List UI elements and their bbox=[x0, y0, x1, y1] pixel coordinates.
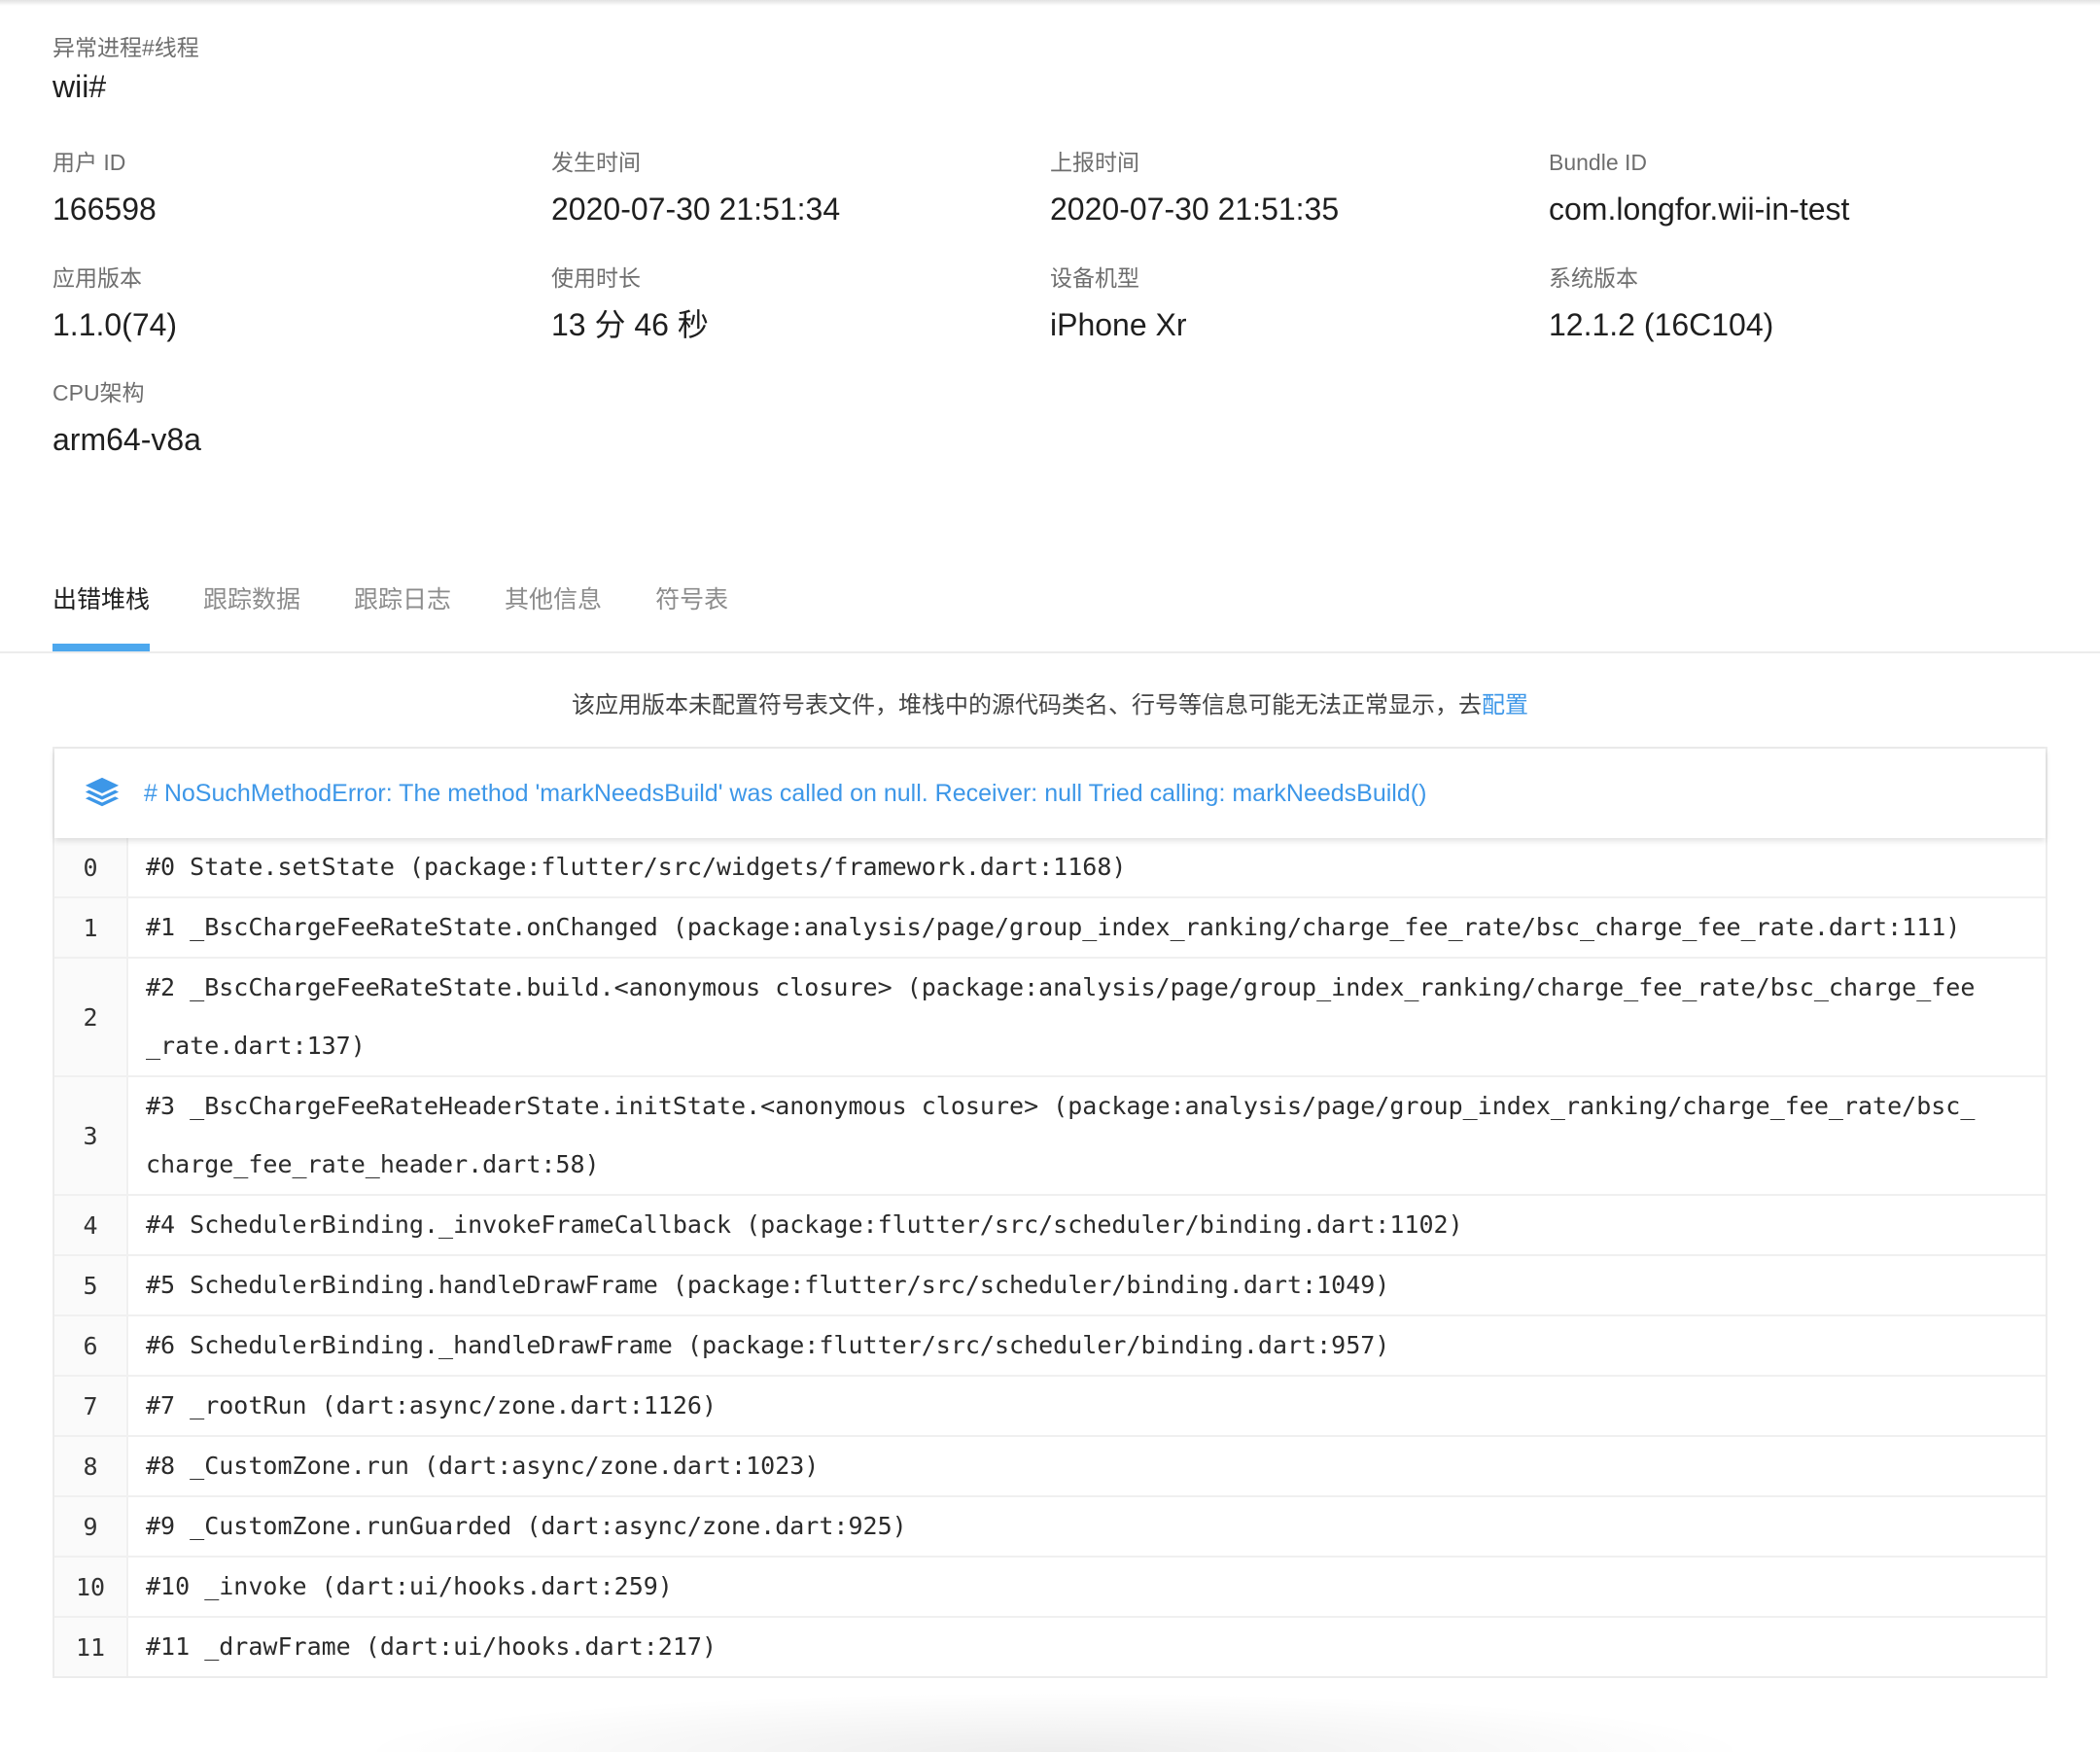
app-version-label: 应用版本 bbox=[52, 265, 142, 291]
symbol-notice: 该应用版本未配置符号表文件，堆栈中的源代码类名、行号等信息可能无法正常显示，去配… bbox=[52, 686, 2048, 725]
stack-row: 3 #3 _BscChargeFeeRateHeaderState.initSt… bbox=[54, 1075, 2046, 1194]
symbol-notice-text: 该应用版本未配置符号表文件，堆栈中的源代码类名、行号等信息可能无法正常显示，去 bbox=[572, 692, 1482, 718]
top-divider-shadow bbox=[0, 0, 2100, 6]
frame-index: 2 bbox=[54, 959, 128, 1075]
tab-error-stack[interactable]: 出错堆栈 bbox=[52, 579, 151, 655]
stack-row: 4 #4 SchedulerBinding._invokeFrameCallba… bbox=[54, 1194, 2046, 1254]
stack-row: 5 #5 SchedulerBinding.handleDrawFrame (p… bbox=[54, 1254, 2046, 1314]
bundle-id-field: Bundle ID com.longfor.wii-in-test bbox=[1549, 148, 1849, 229]
device-model-label: 设备机型 bbox=[1050, 265, 1139, 291]
bundle-id-label: Bundle ID bbox=[1549, 150, 1648, 175]
frame-text: #4 SchedulerBinding._invokeFrameCallback… bbox=[146, 1210, 1463, 1239]
os-version-field: 系统版本 12.1.2 (16C104) bbox=[1549, 263, 1773, 345]
user-id-field: 用户 ID 166598 bbox=[52, 148, 157, 229]
stack-row: 11 #11 _drawFrame (dart:ui/hooks.dart:21… bbox=[54, 1616, 2046, 1676]
stack-row: 1 #1 _BscChargeFeeRateState.onChanged (p… bbox=[54, 896, 2046, 957]
occur-time-field: 发生时间 2020-07-30 21:51:34 bbox=[551, 148, 840, 229]
frame-text: #11 _drawFrame (dart:ui/hooks.dart:217) bbox=[146, 1632, 717, 1661]
process-value: wii# bbox=[52, 69, 107, 104]
tab-symbol-table[interactable]: 符号表 bbox=[655, 579, 728, 655]
device-model-field: 设备机型 iPhone Xr bbox=[1050, 263, 1187, 345]
frame-text: #5 SchedulerBinding.handleDrawFrame (pac… bbox=[146, 1271, 1390, 1299]
occur-time-label: 发生时间 bbox=[551, 150, 641, 175]
stack-row: 0 #0 State.setState (package:flutter/src… bbox=[54, 838, 2046, 896]
os-version-label: 系统版本 bbox=[1549, 265, 1638, 291]
os-version-value: 12.1.2 (16C104) bbox=[1549, 307, 1774, 342]
frame-text: #1 _BscChargeFeeRateState.onChanged (pac… bbox=[146, 913, 1961, 941]
tab-trace-data[interactable]: 跟踪数据 bbox=[203, 579, 300, 655]
frame-index: 9 bbox=[54, 1497, 128, 1556]
stack-row: 7 #7 _rootRun (dart:async/zone.dart:1126… bbox=[54, 1375, 2046, 1435]
frame-index: 7 bbox=[54, 1377, 128, 1435]
stack-frames: 0 #0 State.setState (package:flutter/src… bbox=[54, 838, 2046, 1676]
stack-header[interactable]: # NoSuchMethodError: The method 'markNee… bbox=[54, 749, 2046, 838]
error-title: # NoSuchMethodError: The method 'markNee… bbox=[144, 779, 1427, 807]
bundle-id-value: com.longfor.wii-in-test bbox=[1549, 192, 1850, 227]
stack-row: 9 #9 _CustomZone.runGuarded (dart:async/… bbox=[54, 1495, 2046, 1556]
layers-icon bbox=[85, 777, 120, 807]
tab-trace-log[interactable]: 跟踪日志 bbox=[354, 579, 451, 655]
report-time-field: 上报时间 2020-07-30 21:51:35 bbox=[1050, 148, 1339, 229]
tabs-divider bbox=[0, 651, 2100, 653]
frame-text: #6 SchedulerBinding._handleDrawFrame (pa… bbox=[146, 1331, 1390, 1359]
device-model-value: iPhone Xr bbox=[1050, 307, 1187, 342]
frame-index: 11 bbox=[54, 1618, 128, 1676]
app-version-field: 应用版本 1.1.0(74) bbox=[52, 263, 177, 345]
app-version-value: 1.1.0(74) bbox=[52, 307, 178, 342]
cpu-arch-field: CPU架构 arm64-v8a bbox=[52, 378, 201, 460]
duration-label: 使用时长 bbox=[551, 265, 641, 291]
duration-value: 13 分 46 秒 bbox=[551, 307, 709, 342]
cpu-arch-value: arm64-v8a bbox=[52, 422, 201, 457]
cpu-arch-label: CPU架构 bbox=[52, 380, 145, 405]
frame-index: 4 bbox=[54, 1196, 128, 1254]
user-id-value: 166598 bbox=[52, 192, 157, 227]
frame-text: #10 _invoke (dart:ui/hooks.dart:259) bbox=[146, 1572, 673, 1600]
stack-row: 6 #6 SchedulerBinding._handleDrawFrame (… bbox=[54, 1314, 2046, 1375]
frame-text: #3 _BscChargeFeeRateHeaderState.initStat… bbox=[146, 1092, 1976, 1178]
process-label: 异常进程#线程 bbox=[52, 35, 199, 60]
stack-panel: # NoSuchMethodError: The method 'markNee… bbox=[52, 747, 2048, 1678]
frame-index: 1 bbox=[54, 898, 128, 957]
frame-text: #7 _rootRun (dart:async/zone.dart:1126) bbox=[146, 1391, 717, 1419]
frame-index: 3 bbox=[54, 1077, 128, 1194]
process-field: 异常进程#线程 wii# bbox=[52, 33, 199, 107]
bottom-shadow bbox=[350, 1692, 1760, 1752]
frame-text: #9 _CustomZone.runGuarded (dart:async/zo… bbox=[146, 1512, 907, 1540]
frame-index: 0 bbox=[54, 838, 128, 896]
frame-index: 10 bbox=[54, 1558, 128, 1616]
frame-text: #0 State.setState (package:flutter/src/w… bbox=[146, 853, 1127, 881]
report-time-value: 2020-07-30 21:51:35 bbox=[1050, 192, 1340, 227]
user-id-label: 用户 ID bbox=[52, 150, 126, 175]
stack-row: 2 #2 _BscChargeFeeRateState.build.<anony… bbox=[54, 957, 2046, 1075]
tab-other-info[interactable]: 其他信息 bbox=[505, 579, 602, 655]
detail-tabs: 出错堆栈 跟踪数据 跟踪日志 其他信息 符号表 bbox=[52, 579, 782, 655]
frame-text: #8 _CustomZone.run (dart:async/zone.dart… bbox=[146, 1452, 820, 1480]
duration-field: 使用时长 13 分 46 秒 bbox=[551, 263, 709, 345]
configure-link[interactable]: 配置 bbox=[1482, 692, 1528, 718]
frame-index: 6 bbox=[54, 1316, 128, 1375]
frame-index: 8 bbox=[54, 1437, 128, 1495]
frame-text: #2 _BscChargeFeeRateState.build.<anonymo… bbox=[146, 973, 1976, 1060]
frame-index: 5 bbox=[54, 1256, 128, 1314]
report-time-label: 上报时间 bbox=[1050, 150, 1139, 175]
occur-time-value: 2020-07-30 21:51:34 bbox=[551, 192, 841, 227]
stack-row: 8 #8 _CustomZone.run (dart:async/zone.da… bbox=[54, 1435, 2046, 1495]
stack-row: 10 #10 _invoke (dart:ui/hooks.dart:259) bbox=[54, 1556, 2046, 1616]
